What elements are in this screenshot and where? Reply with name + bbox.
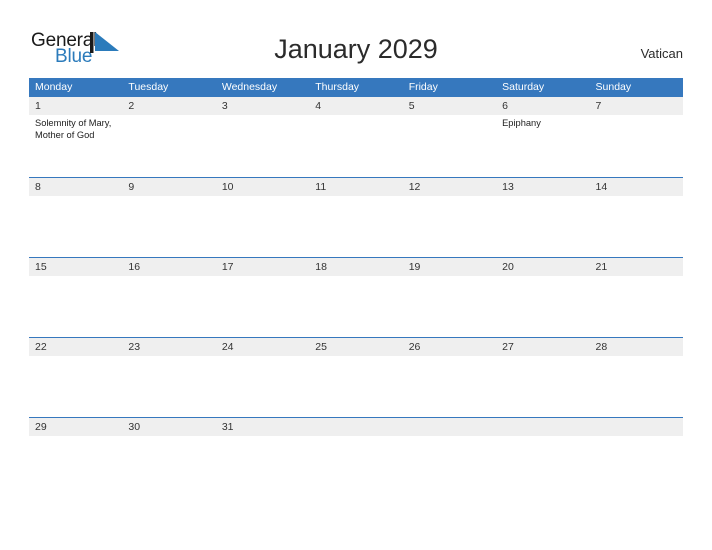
day-number: 15 [35, 261, 47, 273]
calendar-day-cell[interactable]: 15 [29, 258, 122, 338]
calendar-day-cell[interactable]: 28 [590, 338, 683, 418]
day-number: 27 [502, 341, 514, 353]
calendar-day-cell[interactable]: 10 [216, 178, 309, 258]
calendar-day-cell[interactable]: 19 [403, 258, 496, 338]
day-number: 6 [502, 100, 508, 112]
calendar-day-cell[interactable]: 8 [29, 178, 122, 258]
day-number: 13 [502, 181, 514, 193]
weekday-header-cell: Monday [35, 81, 73, 93]
weekday-header-cell: Saturday [502, 81, 545, 93]
calendar-week-row: 8 9 10 11 12 13 14 [29, 177, 683, 257]
week-cells: 1 Solemnity of Mary, Mother of God 2 3 4 5 6 Epi… [29, 97, 683, 177]
calendar-day-cell[interactable]: 6 Epiphany [496, 97, 589, 177]
day-number: 20 [502, 261, 514, 273]
calendar-day-cell[interactable]: 17 [216, 258, 309, 338]
weekday-header-cell: Sunday [595, 81, 632, 93]
calendar-day-cell[interactable]: 12 [403, 178, 496, 258]
day-number: 7 [595, 100, 602, 112]
day-number: 2 [128, 100, 135, 112]
calendar-day-cell[interactable]: 16 [122, 258, 215, 338]
day-number: 11 [315, 181, 327, 193]
day-number [315, 418, 399, 436]
calendar-day-cell[interactable]: 21 [590, 258, 683, 338]
calendar-day-cell[interactable]: 2 [122, 97, 215, 177]
day-number: 3 [221, 100, 228, 112]
day-number: 21 [595, 261, 608, 273]
week-cells: 22 23 24 25 26 27 28 [29, 338, 683, 418]
calendar-day-cell[interactable]: 26 [403, 338, 496, 418]
calendar-day-cell[interactable]: 30 [122, 418, 215, 498]
calendar-day-cell[interactable]: 18 [309, 258, 402, 338]
calendar-day-cell[interactable] [403, 418, 496, 498]
calendar-day-cell[interactable] [590, 418, 683, 498]
weekday-header-cell: Friday [408, 81, 438, 93]
calendar-day-cell[interactable]: 7 [590, 97, 683, 177]
day-events: Epiphany [502, 115, 586, 130]
week-cells: 15 16 17 18 19 20 21 [29, 258, 683, 338]
country-label: Vatican [640, 46, 683, 61]
calendar-page: General Blue January 2029 Vatican Monday… [0, 0, 712, 550]
calendar-day-cell[interactable] [496, 418, 589, 498]
calendar-weeks: 1 Solemnity of Mary, Mother of God 2 3 4 5 6 Epi… [29, 97, 683, 497]
day-number: 1 [35, 100, 41, 112]
calendar-day-cell[interactable]: 4 [309, 97, 402, 177]
day-number: 28 [595, 341, 608, 353]
calendar-day-cell[interactable]: 3 [216, 97, 309, 177]
calendar-day-cell[interactable]: 1 Solemnity of Mary, Mother of God [29, 97, 122, 177]
calendar-day-cell[interactable]: 27 [496, 338, 589, 418]
week-cells: 29 30 31 [29, 418, 683, 498]
calendar-day-cell[interactable]: 23 [122, 338, 215, 418]
calendar-day-cell[interactable]: 14 [590, 178, 683, 258]
day-number: 26 [408, 341, 421, 353]
calendar-grid: Monday Tuesday Wednesday Thursday Friday Satu… [29, 78, 683, 497]
calendar-day-cell[interactable]: 25 [309, 338, 402, 418]
calendar-day-cell[interactable] [309, 418, 402, 498]
event-text: Epiphany [502, 118, 541, 128]
calendar-week-row: 1 Solemnity of Mary, Mother of God 2 3 4 5 6 Epi… [29, 97, 683, 177]
week-cells: 8 9 10 11 12 13 14 [29, 178, 683, 258]
calendar-day-cell[interactable]: 29 [29, 418, 122, 498]
calendar-week-row: 15 16 17 18 19 20 21 [29, 257, 683, 337]
weekday-header-cell: Wednesday [221, 81, 278, 93]
calendar-day-cell[interactable]: 9 [122, 178, 215, 258]
day-number: 10 [221, 181, 234, 193]
day-number: 29 [35, 421, 47, 433]
day-number: 5 [408, 100, 415, 112]
day-number: 16 [128, 261, 141, 273]
calendar-day-cell[interactable]: 24 [216, 338, 309, 418]
calendar-week-row: 29 30 31 [29, 417, 683, 497]
calendar-week-row: 22 23 24 25 26 27 28 [29, 337, 683, 417]
day-number: 12 [408, 181, 421, 193]
day-number: 18 [315, 261, 327, 273]
calendar-day-cell[interactable]: 11 [309, 178, 402, 258]
weekday-header-row: Monday Tuesday Wednesday Thursday Friday Satu… [29, 78, 683, 97]
page-header: General Blue January 2029 Vatican [0, 0, 712, 76]
day-number: 14 [595, 181, 608, 193]
day-number: 23 [128, 341, 141, 353]
day-number: 31 [221, 421, 234, 433]
day-number: 22 [35, 341, 47, 353]
calendar-day-cell[interactable]: 31 [216, 418, 309, 498]
calendar-day-cell[interactable]: 13 [496, 178, 589, 258]
day-number: 8 [35, 181, 41, 193]
day-number: 24 [221, 341, 234, 353]
calendar-day-cell[interactable]: 5 [403, 97, 496, 177]
calendar-day-cell[interactable]: 20 [496, 258, 589, 338]
day-number [409, 418, 493, 436]
day-number: 25 [315, 341, 327, 353]
day-number: 30 [128, 421, 141, 433]
weekday-header-cell: Tuesday [128, 81, 169, 93]
day-number: 4 [315, 100, 322, 112]
calendar-day-cell[interactable]: 22 [29, 338, 122, 418]
day-number: 19 [408, 261, 421, 273]
day-events: Solemnity of Mary, Mother of God [35, 115, 119, 141]
day-number: 9 [128, 181, 135, 193]
weekday-header-cell: Thursday [315, 81, 360, 93]
event-text: Solemnity of Mary, [35, 118, 112, 128]
page-title: January 2029 [274, 34, 438, 64]
event-text: Mother of God [35, 129, 95, 140]
day-number: 17 [221, 261, 234, 273]
day-number [596, 418, 680, 436]
day-number [502, 418, 586, 436]
